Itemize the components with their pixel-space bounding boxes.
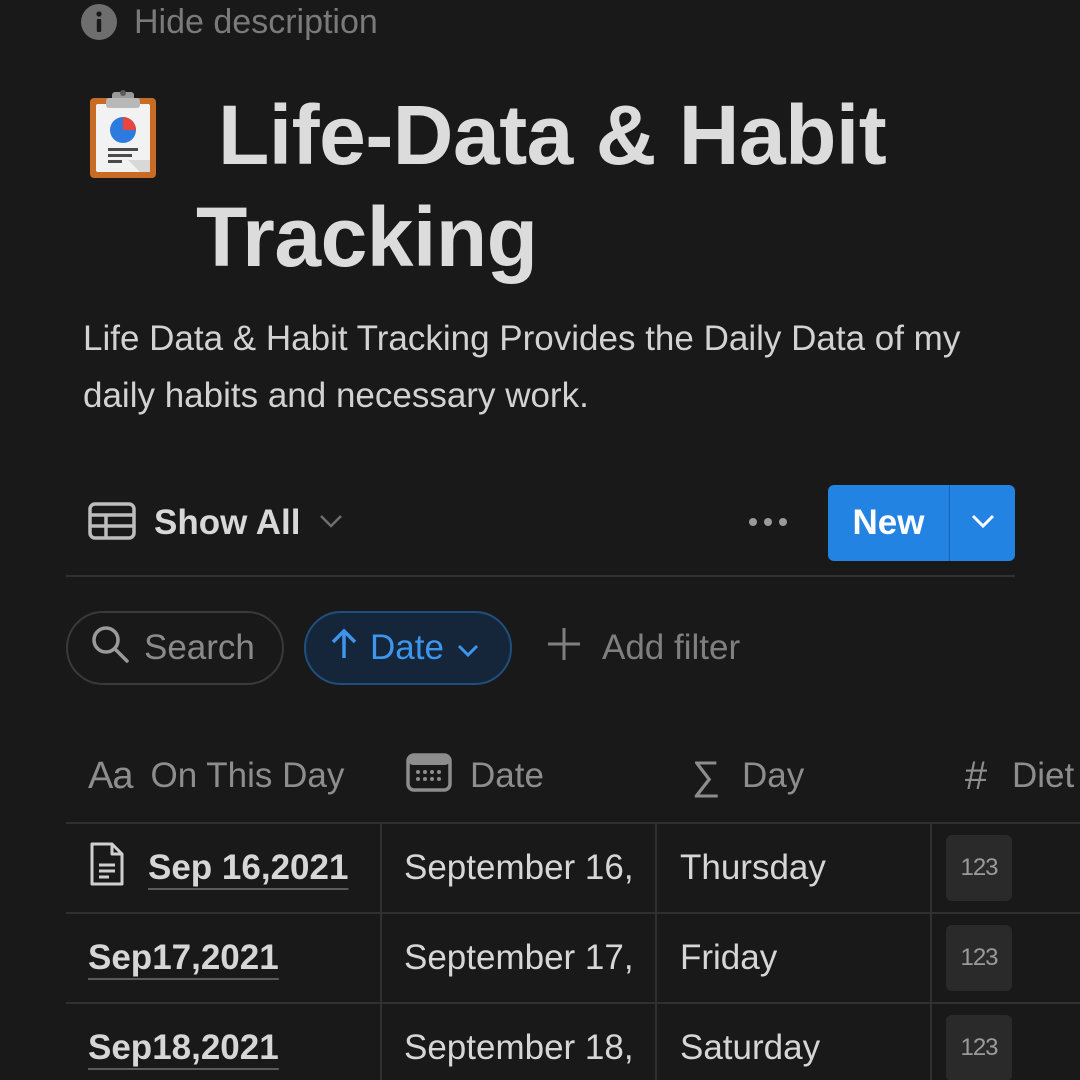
database-table: Aa On This Day Date ∑ Day # Diet Sep 16,… (66, 730, 1080, 1080)
column-divider (380, 1004, 382, 1080)
chevron-down-icon (318, 513, 344, 534)
search-button[interactable]: Search (66, 611, 284, 685)
cell-diet[interactable]: 123 (946, 1004, 1012, 1080)
new-template-dropdown[interactable] (950, 485, 1015, 561)
sort-date-chip[interactable]: Date (304, 611, 512, 685)
new-button-group: New (828, 485, 1015, 561)
table-icon (88, 501, 136, 545)
plus-icon (546, 626, 582, 671)
add-filter-label: Add filter (602, 628, 741, 667)
view-name: Show All (154, 503, 301, 542)
page-description[interactable]: Life Data & Habit Tracking Provides the … (83, 310, 1013, 424)
cell-diet[interactable]: 123 (946, 914, 1012, 1002)
number-placeholder[interactable]: 123 (946, 1015, 1012, 1080)
view-selector[interactable]: Show All (88, 495, 344, 551)
row-title-link[interactable]: Sep 16,2021 (148, 848, 348, 888)
page-title[interactable]: Life-Data & Habit Tracking (196, 84, 1016, 288)
column-divider (380, 914, 382, 1002)
column-divider (930, 1004, 932, 1080)
clipboard-chart-emoji-icon[interactable] (84, 86, 164, 182)
row-title-link[interactable]: Sep18,2021 (88, 1028, 279, 1068)
chevron-down-icon (970, 513, 996, 534)
add-filter-button[interactable]: Add filter (546, 611, 740, 685)
new-button[interactable]: New (828, 485, 949, 561)
sort-label: Date (370, 628, 444, 667)
table-row[interactable]: Sep18,2021 September 18, Saturday 123 (66, 1004, 1080, 1080)
more-dots-icon (748, 514, 788, 532)
column-label: Day (742, 756, 805, 795)
cell-title[interactable]: Sep17,2021 (88, 914, 378, 1002)
column-header-diet[interactable]: # Diet (958, 730, 1074, 822)
column-label: Diet (1012, 756, 1075, 795)
column-header-date[interactable]: Date (406, 730, 544, 822)
cell-date[interactable]: September 18, (404, 1004, 654, 1080)
column-divider (930, 914, 932, 1002)
cell-day: Thursday (680, 848, 826, 887)
cell-title[interactable]: Sep 16,2021 (88, 824, 378, 912)
cell-day: Friday (680, 938, 778, 977)
number-placeholder[interactable]: 123 (946, 835, 1012, 901)
view-bar-divider (66, 575, 1015, 577)
number-placeholder[interactable]: 123 (946, 925, 1012, 991)
notion-database-page: Hide description Life-Data & Habit Track… (0, 0, 1080, 1080)
table-header-row: Aa On This Day Date ∑ Day # Diet (66, 730, 1080, 824)
cell-date[interactable]: September 16, (404, 824, 654, 912)
column-divider (655, 914, 657, 1002)
cell-day: Saturday (680, 1028, 821, 1067)
chevron-down-icon (456, 628, 480, 668)
info-icon (80, 3, 118, 41)
search-label: Search (144, 628, 255, 667)
table-row[interactable]: Sep 16,2021 September 16, Thursday 123 (66, 824, 1080, 914)
arrow-up-icon (330, 628, 358, 669)
hide-description-button[interactable]: Hide description (80, 0, 378, 44)
column-divider (930, 824, 932, 912)
cell-title[interactable]: Sep18,2021 (88, 1004, 378, 1080)
column-label: On This Day (150, 756, 345, 795)
search-icon (90, 624, 130, 673)
column-label: Date (470, 756, 544, 795)
cell-date[interactable]: September 17, (404, 914, 654, 1002)
number-hash-icon: # (964, 753, 988, 798)
calendar-icon (406, 752, 452, 801)
more-options-button[interactable] (746, 505, 790, 541)
hide-description-label: Hide description (134, 2, 378, 41)
column-divider (655, 1004, 657, 1080)
cell-diet[interactable]: 123 (946, 824, 1012, 912)
column-divider (655, 824, 657, 912)
row-title-link[interactable]: Sep17,2021 (88, 938, 279, 978)
column-header-day[interactable]: ∑ Day (688, 730, 805, 822)
database-view-bar: Show All New (66, 485, 1015, 561)
column-header-on-this-day[interactable]: Aa On This Day (88, 730, 344, 822)
title-aa-icon: Aa (88, 754, 133, 797)
formula-sigma-icon: ∑ (691, 753, 721, 798)
table-row[interactable]: Sep17,2021 September 17, Friday 123 (66, 914, 1080, 1004)
page-icon (88, 841, 126, 896)
column-divider (380, 824, 382, 912)
